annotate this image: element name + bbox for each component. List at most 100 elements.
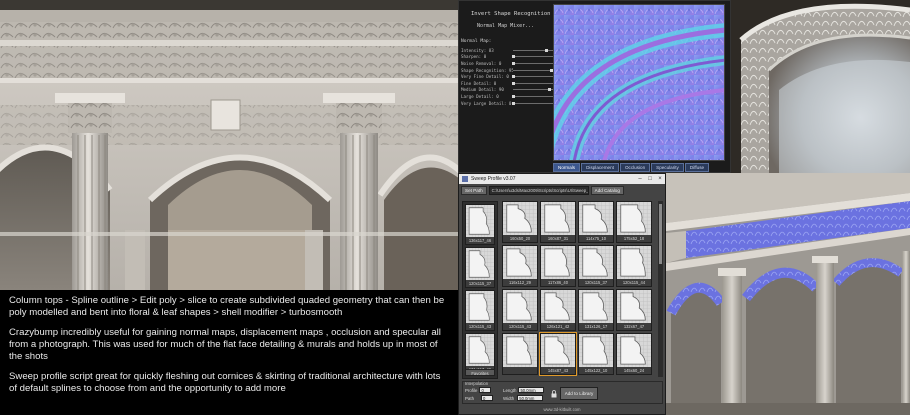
- width-field[interactable]: 50.0mm: [517, 395, 544, 401]
- profile-thumb[interactable]: 120x115_37: [578, 245, 614, 287]
- profile-thumb[interactable]: 145x60_24: [616, 333, 652, 375]
- slider-track[interactable]: [512, 101, 553, 105]
- profile-shape-icon: [617, 334, 651, 367]
- app-icon: [462, 176, 468, 182]
- slider-track[interactable]: [512, 61, 553, 65]
- profile-shape-icon: [579, 246, 613, 279]
- thumb-label: 160x87_31: [541, 235, 575, 242]
- thumb-label: 145x87_43: [541, 367, 575, 374]
- profile-thumb[interactable]: 160x50_20: [502, 201, 538, 243]
- profile-thumb[interactable]: 116x112_29: [502, 245, 538, 287]
- slider-track[interactable]: [513, 68, 553, 72]
- add-to-library-button[interactable]: Add to Library: [560, 387, 598, 400]
- profile-thumb[interactable]: 132x67_47: [616, 289, 652, 331]
- crazybump-slider: Sharpen: 0: [461, 54, 553, 61]
- favorites-button[interactable]: Favorites: [465, 369, 495, 376]
- scrollbar-thumb[interactable]: [659, 204, 662, 264]
- profile-thumb[interactable]: 175x52_18: [616, 201, 652, 243]
- thumb-label: 132x67_47: [617, 323, 651, 330]
- sweep-profile-dialog: Sweep Profile v3.07 – □ × Set Path C:\Us…: [458, 173, 666, 415]
- slider-label: Noise Removal: 0: [461, 60, 502, 66]
- category-thumb[interactable]: 131x117_46: [465, 333, 495, 374]
- slider-handle[interactable]: [512, 81, 515, 85]
- slider-label: Intensity: 83: [461, 47, 494, 53]
- profile-thumb[interactable]: [502, 333, 538, 375]
- profile-grid: 160x50_20 160x87_31 114x75_10 175x52_18 116x…: [502, 201, 656, 377]
- profile-thumb[interactable]: 126x121_42: [540, 289, 576, 331]
- slider-track[interactable]: [512, 55, 553, 59]
- tab-specularity[interactable]: Specularity: [651, 163, 684, 172]
- arcade-normalmap-render: [666, 173, 910, 415]
- profile-thumb[interactable]: 120x115_44: [616, 245, 652, 287]
- profile-shape-icon: [579, 334, 613, 367]
- thumb-label: 116x112_29: [503, 279, 537, 286]
- minimize-icon[interactable]: –: [635, 174, 645, 184]
- close-icon[interactable]: ×: [655, 174, 665, 184]
- normal-map-mixer-label[interactable]: Normal Map Mixer...: [477, 23, 534, 29]
- category-thumb[interactable]: 120x115_37: [465, 247, 495, 288]
- thumb-label: 120x115_43: [503, 323, 537, 330]
- crazybump-slider: Medium Detail: 90: [461, 87, 553, 94]
- profile-steps-field[interactable]: 0: [479, 387, 492, 393]
- tab-normals[interactable]: Normals: [553, 163, 581, 172]
- description-caption: Column tops - Spline outline > Edit poly…: [0, 290, 458, 415]
- slider-handle[interactable]: [545, 48, 549, 52]
- profile-thumb[interactable]: 160x87_31: [540, 201, 576, 243]
- slider-handle[interactable]: [512, 61, 515, 65]
- path-steps-field[interactable]: 0: [481, 395, 494, 401]
- caption-crazybump: Crazybump incredibly useful for gaining …: [9, 327, 441, 362]
- profile-thumb[interactable]: 120x115_43: [502, 289, 538, 331]
- width-label: Width: [503, 395, 515, 401]
- slider-handle[interactable]: [512, 75, 515, 79]
- category-thumb[interactable]: 136x117_46: [465, 204, 495, 245]
- slider-track[interactable]: [513, 88, 553, 92]
- slider-handle[interactable]: [512, 55, 515, 59]
- cornice-shaded-render: [731, 0, 910, 173]
- length-field[interactable]: 50.0mm: [518, 387, 545, 393]
- profile-thumb[interactable]: 114x75_10: [578, 201, 614, 243]
- slider-handle[interactable]: [548, 88, 551, 92]
- crazybump-slider: Very Large Detail: 0: [461, 100, 553, 107]
- profile-shape-icon: [466, 205, 494, 237]
- profile-thumb[interactable]: 145x87_43: [539, 332, 577, 376]
- maximize-icon[interactable]: □: [645, 174, 655, 184]
- profile-thumb[interactable]: 131x126_17: [578, 289, 614, 331]
- normal-map-preview-image: [554, 5, 724, 160]
- thumb-label: [503, 367, 537, 374]
- slider-track[interactable]: [513, 48, 553, 52]
- crazybump-tab-bar: Normals Displacement Occlusion Specularity D…: [553, 163, 710, 172]
- cornice-shaded-illustration: [731, 0, 910, 173]
- profile-grid-scrollbar[interactable]: [658, 201, 663, 377]
- caption-column-tops: Column tops - Spline outline > Edit poly…: [9, 295, 445, 318]
- footer-link[interactable]: www.3d-kitbuilt.com: [459, 406, 665, 414]
- arcade-render-image: [0, 0, 458, 290]
- sweep-titlebar[interactable]: Sweep Profile v3.07 – □ ×: [459, 174, 665, 184]
- profile-thumb[interactable]: 117x86_40: [540, 245, 576, 287]
- arcade-normalmap-illustration: [666, 173, 910, 415]
- slider-label: Very Fine Detail: 0: [461, 74, 509, 80]
- set-path-button[interactable]: Set Path: [461, 185, 487, 195]
- slider-handle[interactable]: [512, 101, 515, 105]
- slider-label: Very Large Detail: 0: [461, 100, 512, 106]
- slider-handle[interactable]: [512, 94, 515, 98]
- tab-displacement[interactable]: Displacement: [581, 163, 619, 172]
- profile-shape-icon: [579, 290, 613, 323]
- lock-icon[interactable]: [551, 390, 557, 398]
- slider-track[interactable]: [512, 81, 553, 85]
- thumb-label: 120x115_44: [617, 279, 651, 286]
- path-field[interactable]: C:\Users\u3ds\Max2009\Scripts\Scripts\UI…: [488, 185, 589, 195]
- add-catalog-button[interactable]: Add Catalog: [590, 185, 624, 195]
- profile-thumb[interactable]: 145x122_10: [578, 333, 614, 375]
- slider-label: Medium Detail: 90: [461, 87, 504, 93]
- slider-track[interactable]: [512, 75, 553, 79]
- profile-shape-icon: [466, 291, 494, 323]
- path-label: Path: [465, 395, 475, 401]
- category-thumb[interactable]: 120x115_43: [465, 290, 495, 331]
- interpolation-label: Interpolation: [465, 381, 489, 386]
- profile-label: Profile: [465, 387, 478, 393]
- slider-track[interactable]: [512, 94, 553, 98]
- profile-shape-icon: [503, 246, 537, 279]
- thumb-label: 145x60_24: [617, 367, 651, 374]
- tab-occlusion[interactable]: Occlusion: [619, 163, 651, 172]
- tab-diffuse[interactable]: Diffuse: [684, 163, 710, 172]
